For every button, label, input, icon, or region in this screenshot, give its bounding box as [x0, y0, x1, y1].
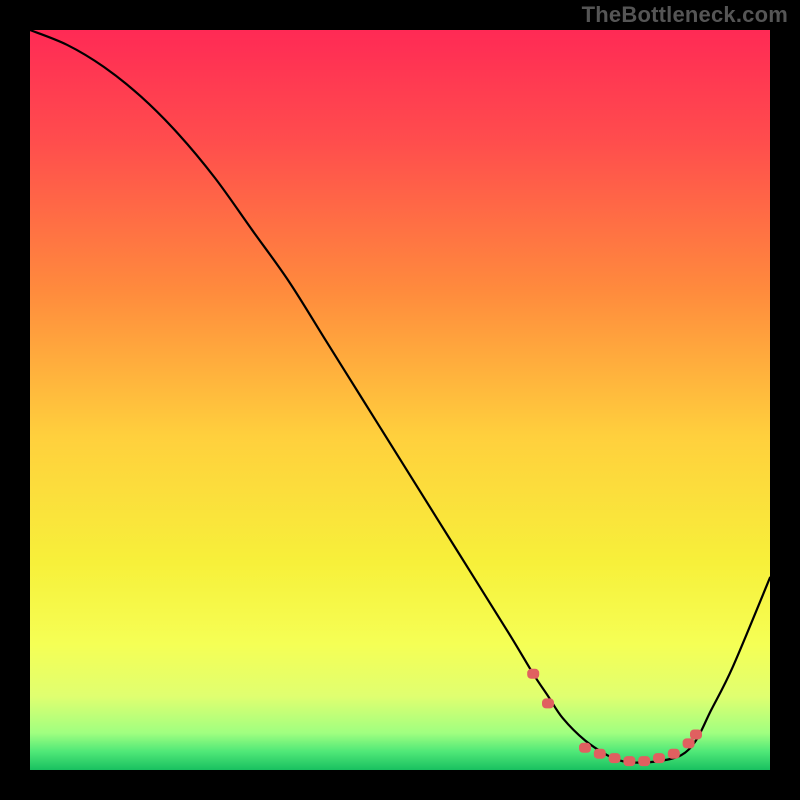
- highlight-marker: [594, 749, 606, 759]
- highlight-marker: [527, 669, 539, 679]
- chart-svg: [0, 0, 800, 800]
- highlight-marker: [579, 743, 591, 753]
- plot-background: [30, 30, 770, 770]
- chart-container: TheBottleneck.com: [0, 0, 800, 800]
- highlight-marker: [609, 753, 621, 763]
- highlight-marker: [690, 729, 702, 739]
- highlight-marker: [638, 756, 650, 766]
- highlight-marker: [653, 753, 665, 763]
- highlight-marker: [542, 698, 554, 708]
- highlight-marker: [623, 756, 635, 766]
- highlight-marker: [683, 738, 695, 748]
- highlight-marker: [668, 749, 680, 759]
